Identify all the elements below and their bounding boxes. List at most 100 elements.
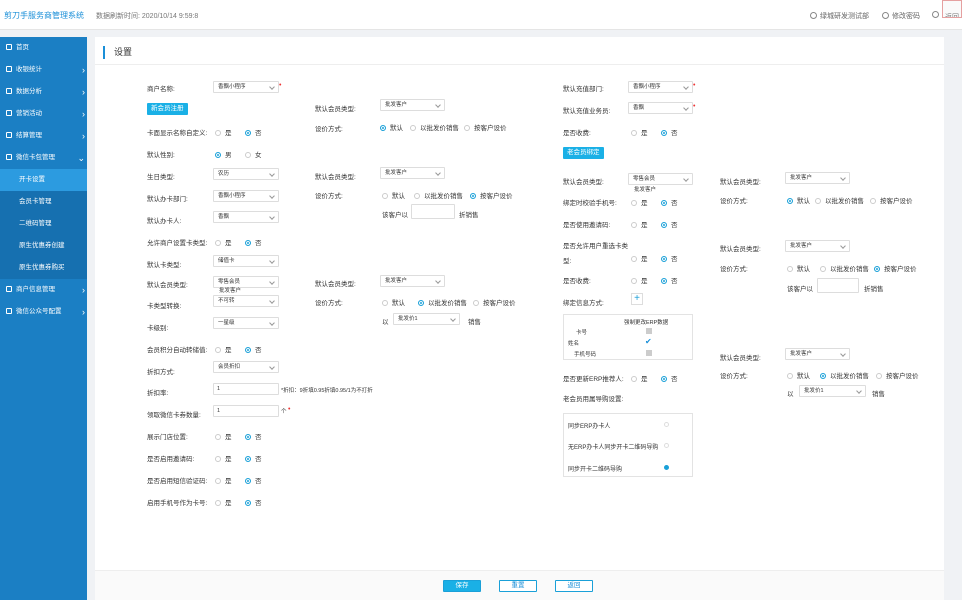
- guide-option[interactable]: 同步ERP办卡人: [568, 421, 610, 430]
- sidebar-item-settlement[interactable]: 结算管理 ›: [0, 125, 87, 147]
- c3-fee-no-radio[interactable]: 否: [661, 127, 678, 137]
- sidebar-item-member-card[interactable]: 会员卡管理: [0, 191, 87, 213]
- birthday-select[interactable]: 农历: [213, 168, 279, 180]
- show-store-yes-radio[interactable]: 是: [215, 431, 232, 441]
- c2-price1-customer-radio[interactable]: 按客户设价: [464, 122, 507, 132]
- c4-price2-wholesale-radio[interactable]: 以批发价销售: [820, 263, 869, 273]
- user-menu[interactable]: 绿城研发测试部: [810, 11, 869, 21]
- allow-type-no-radio[interactable]: 否: [245, 237, 262, 247]
- discount-mode-select[interactable]: 会员折扣: [213, 361, 279, 373]
- back-top-button[interactable]: 返回: [942, 0, 962, 18]
- card-type-select[interactable]: 储值卡: [213, 255, 279, 267]
- c2-price2-default-radio[interactable]: 默认: [382, 190, 405, 200]
- c3-dept-select[interactable]: 香飘小程序: [628, 81, 693, 93]
- c4-price3-customer-radio[interactable]: 按客户设价: [876, 370, 919, 380]
- c2-price1-wholesale-radio[interactable]: 以批发价销售: [410, 122, 459, 132]
- guide-option-radio[interactable]: [664, 422, 669, 427]
- c4-mt-select-2[interactable]: 批发客户: [785, 240, 850, 252]
- erp-phone-checkbox[interactable]: [646, 350, 652, 356]
- erp-card-checkbox[interactable]: [646, 328, 652, 334]
- sidebar-item-cash-stats[interactable]: 收银统计 ›: [0, 59, 87, 81]
- c3-fee-yes-radio[interactable]: 是: [631, 127, 648, 137]
- sidebar-item-qrcode[interactable]: 二维码管理: [0, 213, 87, 235]
- invite-no-radio[interactable]: 否: [245, 453, 262, 463]
- allow-type-yes-radio[interactable]: 是: [215, 237, 232, 247]
- c2-discount-input[interactable]: [411, 204, 455, 219]
- check-icon[interactable]: ✔: [645, 337, 652, 346]
- c3-allow-select-no-radio[interactable]: 否: [661, 253, 678, 263]
- sms-yes-radio[interactable]: 是: [215, 475, 232, 485]
- c3-erp-update-yes-radio[interactable]: 是: [631, 373, 648, 383]
- guide-option-radio-selected[interactable]: [664, 465, 669, 470]
- c2-price3-customer-radio[interactable]: 按客户设价: [473, 297, 516, 307]
- c3-invite-no-radio[interactable]: 否: [661, 219, 678, 229]
- c4-mt-select-3[interactable]: 批发客户: [785, 348, 850, 360]
- guide-option[interactable]: 同步开卡二维码导购: [568, 464, 622, 473]
- c2-price3-wholesale-radio[interactable]: 以批发价销售: [418, 297, 467, 307]
- sidebar-item-home[interactable]: 首页: [0, 37, 87, 59]
- c4-price1-default-radio[interactable]: 默认: [787, 195, 810, 205]
- custom-title-no-radio[interactable]: 否: [245, 127, 262, 137]
- c3-staff-select[interactable]: 香飘: [628, 102, 693, 114]
- c2-price3-default-radio[interactable]: 默认: [382, 297, 405, 307]
- c3-erp-update-no-radio[interactable]: 否: [661, 373, 678, 383]
- sidebar-item-wechat-card[interactable]: 微信卡包管理 ⌄: [0, 147, 87, 169]
- c4-discount-input[interactable]: [817, 278, 859, 293]
- c4-price2-default-radio[interactable]: 默认: [787, 263, 810, 273]
- sidebar-item-coupon-create[interactable]: 原生优惠券创建: [0, 235, 87, 257]
- invite-yes-radio[interactable]: 是: [215, 453, 232, 463]
- sms-no-radio[interactable]: 否: [245, 475, 262, 485]
- sidebar-item-analysis[interactable]: 数据分析 ›: [0, 81, 87, 103]
- c4-price3-wholesale-radio[interactable]: 以批发价销售: [820, 370, 869, 380]
- c2-price-level-select[interactable]: 批发价1: [393, 313, 460, 325]
- c4-price1-wholesale-radio[interactable]: 以批发价销售: [815, 195, 864, 205]
- sidebar-item-open-card[interactable]: 开卡设置: [0, 169, 87, 191]
- c4-price3-default-radio[interactable]: 默认: [787, 370, 810, 380]
- c3-mt-select[interactable]: 零售会员: [628, 173, 693, 185]
- sidebar-item-wechat-mp[interactable]: 微信公众号配置 ›: [0, 301, 87, 323]
- sidebar-item-merchant-info[interactable]: 商户信息管理 ›: [0, 279, 87, 301]
- phone-card-no-radio[interactable]: 否: [245, 497, 262, 507]
- phone-card-yes-radio[interactable]: 是: [215, 497, 232, 507]
- c3-bind-phone-no-radio[interactable]: 否: [661, 197, 678, 207]
- guide-option-radio[interactable]: [664, 443, 669, 448]
- sidebar-item-marketing[interactable]: 营销活动 ›: [0, 103, 87, 125]
- c3-invite-yes-radio[interactable]: 是: [631, 219, 648, 229]
- show-store-no-radio[interactable]: 否: [245, 431, 262, 441]
- c2-price2-customer-radio[interactable]: 按客户设价: [470, 190, 513, 200]
- c2-mt-select-2[interactable]: 批发客户: [380, 167, 445, 179]
- c2-mt-select-1[interactable]: 批发客户: [380, 99, 445, 111]
- change-password-link[interactable]: 修改密码: [882, 11, 920, 21]
- wx-count-input[interactable]: 1: [213, 405, 279, 417]
- guide-option[interactable]: 无ERP办卡人同步开卡二维码导购: [568, 442, 658, 451]
- points-yes-radio[interactable]: 是: [215, 344, 232, 354]
- add-bind-info-button[interactable]: +: [631, 293, 643, 305]
- c4-price2-customer-radio[interactable]: 按客户设价: [874, 263, 917, 273]
- gender-male-radio[interactable]: 男: [215, 149, 232, 159]
- power-icon[interactable]: [932, 11, 942, 19]
- custom-title-yes-radio[interactable]: 是: [215, 127, 232, 137]
- card-level-select[interactable]: 一星级: [213, 317, 279, 329]
- dept-select[interactable]: 香飘小程序: [213, 190, 279, 202]
- c3-mt-dropdown-option[interactable]: 批发客户: [634, 185, 656, 193]
- c4-price1-customer-radio[interactable]: 按客户设价: [870, 195, 913, 205]
- c3-bind-phone-yes-radio[interactable]: 是: [631, 197, 648, 207]
- c3-fee2-yes-radio[interactable]: 是: [631, 275, 648, 285]
- c2-price2-wholesale-radio[interactable]: 以批发价销售: [414, 190, 463, 200]
- back-button[interactable]: 返回: [555, 580, 593, 592]
- person-select[interactable]: 香飘: [213, 211, 279, 223]
- sidebar-item-coupon-buy[interactable]: 原生优惠券购买: [0, 257, 87, 279]
- merchant-select[interactable]: 香飘小程序: [213, 81, 279, 93]
- gender-female-radio[interactable]: 女: [245, 149, 262, 159]
- c3-fee2-no-radio[interactable]: 否: [661, 275, 678, 285]
- discount-rate-input[interactable]: 1: [213, 383, 279, 395]
- save-button[interactable]: 保存: [443, 580, 481, 592]
- reset-button[interactable]: 重置: [499, 580, 537, 592]
- c4-mt-select-1[interactable]: 批发客户: [785, 172, 850, 184]
- points-no-radio[interactable]: 否: [245, 344, 262, 354]
- member-type-dropdown-option[interactable]: 批发客户: [219, 286, 241, 294]
- c2-price1-default-radio[interactable]: 默认: [380, 122, 403, 132]
- c4-price-level-select[interactable]: 批发价1: [799, 385, 866, 397]
- c2-mt-select-3[interactable]: 批发客户: [380, 275, 445, 287]
- card-convert-select[interactable]: 不可转: [213, 295, 279, 307]
